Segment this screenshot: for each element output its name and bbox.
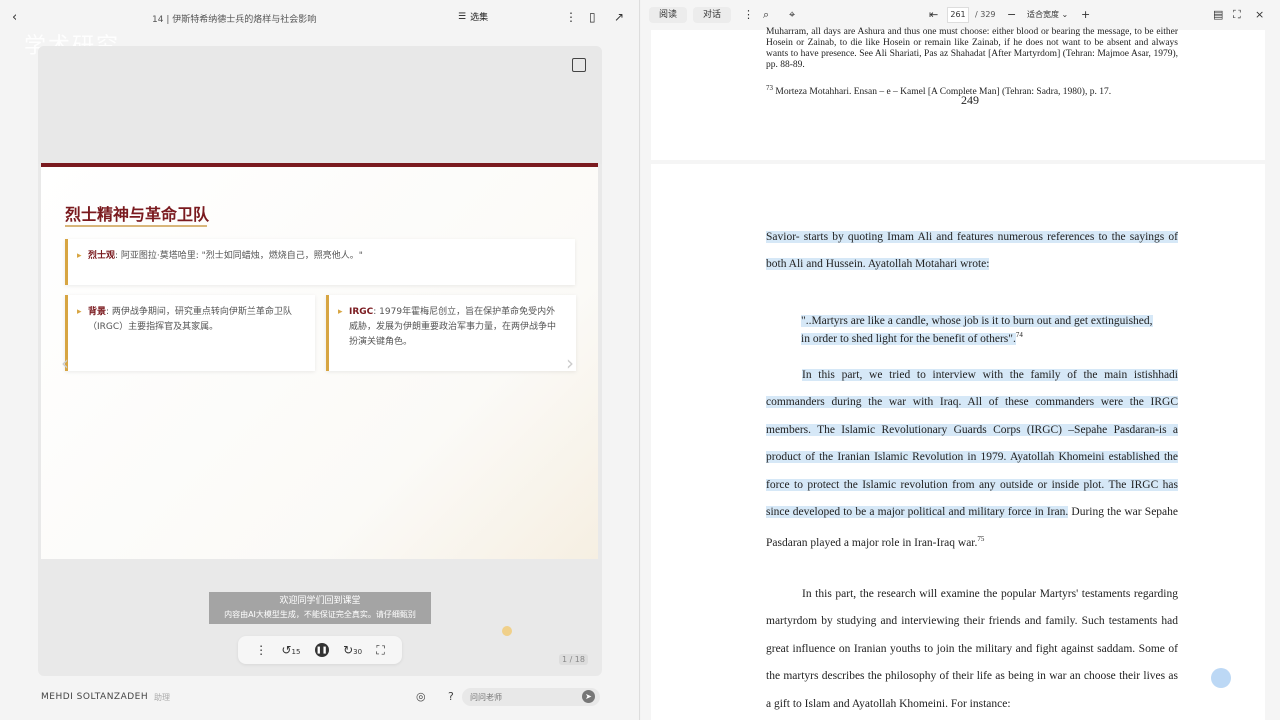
zoom-out-icon[interactable]: − bbox=[1007, 8, 1016, 21]
bullet-icon: ▸ bbox=[77, 307, 82, 317]
ai-disclaimer: 内容由AI大模型生成，不能保证完全真实。请仔细甄别 bbox=[224, 610, 416, 619]
sidebar-toggle-icon[interactable]: ▯ bbox=[589, 10, 596, 24]
paragraph-2: In this part, we tried to interview with… bbox=[766, 369, 1179, 550]
episode-select-label: 选集 bbox=[470, 13, 489, 23]
pdf-reader-pane: 阅读 对话 ⋮ ⌕ ⌖ ⇤ 261 / 329 − 适合宽度 ⌄ + ▤ ⛶ ×… bbox=[641, 0, 1280, 720]
back-arrow-icon[interactable]: ‹ bbox=[12, 10, 26, 25]
fullscreen-icon[interactable]: ⛶ bbox=[376, 643, 384, 658]
slide-page-counter: 1 / 18 bbox=[558, 654, 588, 665]
layout-icon[interactable]: ▤ bbox=[1213, 8, 1223, 21]
lecture-slide: 烈士精神与革命卫队 ▸ 烈士观: 阿亚图拉·莫塔哈里: "烈士如同蜡烛，燃烧自己… bbox=[41, 163, 598, 559]
left-bottom-bar: MEHDI SOLTANZADEH 助理 ◎ ? ➤ bbox=[0, 686, 640, 720]
rewind-icon[interactable]: ↺15 bbox=[281, 643, 300, 657]
paragraph-3: In this part, the research will examine … bbox=[766, 588, 1178, 710]
zoom-in-icon[interactable]: + bbox=[1081, 8, 1090, 21]
page-number-input[interactable]: 261 bbox=[947, 7, 969, 23]
pause-icon[interactable]: ❚❚ bbox=[314, 643, 329, 657]
slide-card-irgc: ▸ IRGC: 1979年霍梅尼创立，旨在保护革命免受内外威胁，发展为伊朗重要政… bbox=[326, 295, 576, 371]
player-header-area bbox=[38, 46, 602, 164]
page-total: / 329 bbox=[975, 10, 996, 19]
first-page-icon[interactable]: ⇤ bbox=[929, 8, 938, 21]
slide-card-background: ▸ 背景: 两伊战争期间，研究重点转向伊斯兰革命卫队（IRGC）主要指挥官及其家… bbox=[65, 295, 315, 371]
select-tool-icon[interactable]: ⌖ bbox=[789, 8, 795, 22]
tab-chat[interactable]: 对话 bbox=[693, 7, 732, 23]
subtitle-line: 欢迎同学们回到课堂 bbox=[279, 596, 361, 606]
bullet-icon: ▸ bbox=[77, 251, 82, 261]
list-icon: ☰ bbox=[458, 11, 467, 22]
prev-slide-icon[interactable]: ‹ bbox=[61, 351, 69, 375]
more-options-icon[interactable]: ⋮ bbox=[255, 643, 267, 657]
tab-read[interactable]: 阅读 bbox=[649, 7, 688, 23]
lecture-title: 14 | 伊斯特希纳德士兵的烙样与社会影响 bbox=[152, 15, 317, 25]
forward-icon[interactable]: ↻30 bbox=[343, 643, 362, 657]
app-window: ‹ 14 | 伊斯特希纳德士兵的烙样与社会影响 ☰ 选集 ⋮ ▯ ↗ 学术研究 … bbox=[0, 0, 1280, 720]
pdf-page-249: Muharram, all days are Ashura and thus o… bbox=[651, 27, 1265, 160]
next-slide-icon[interactable]: › bbox=[566, 351, 574, 375]
motahari-quote: "..Martyrs are like a candle, whose job … bbox=[801, 315, 1153, 345]
more-icon[interactable]: ⋮ bbox=[565, 10, 577, 24]
footnote-72: Muharram, all days are Ashura and thus o… bbox=[766, 27, 1178, 70]
fullscreen-icon[interactable]: ⛶ bbox=[1233, 8, 1241, 22]
search-icon[interactable]: ⌕ bbox=[763, 8, 769, 22]
send-icon[interactable]: ➤ bbox=[582, 690, 595, 703]
player-controls: ⋮ ↺15 ❚❚ ↻30 ⛶ bbox=[238, 636, 402, 664]
close-icon[interactable]: × bbox=[1255, 8, 1264, 21]
paragraph-1: Savior- starts by quoting Imam Ali and f… bbox=[766, 231, 1178, 271]
share-icon[interactable]: ↗ bbox=[614, 10, 624, 24]
bullet-icon: ▸ bbox=[338, 307, 343, 317]
pdf-page-250: Savior- starts by quoting Imam Ali and f… bbox=[651, 164, 1265, 720]
page-number: 249 bbox=[961, 93, 979, 107]
ai-assistant-bubble[interactable] bbox=[1211, 668, 1231, 688]
reader-toolbar: 阅读 对话 ⋮ ⌕ ⌖ ⇤ 261 / 329 − 适合宽度 ⌄ + ▤ ⛶ × bbox=[641, 0, 1280, 30]
expand-icon[interactable] bbox=[572, 58, 586, 72]
zoom-select[interactable]: 适合宽度 ⌄ bbox=[1027, 9, 1068, 20]
subtitle-overlay: 欢迎同学们回到课堂 内容由AI大模型生成，不能保证完全真实。请仔细甄别 bbox=[209, 592, 431, 624]
slide-title-underline bbox=[65, 225, 207, 227]
help-icon[interactable]: ? bbox=[448, 690, 454, 703]
more-icon[interactable]: ⋮ bbox=[743, 8, 754, 21]
slide-card-martyr-view: ▸ 烈士观: 阿亚图拉·莫塔哈里: "烈士如同蜡烛，燃烧自己，照亮他人。" bbox=[65, 239, 575, 285]
ask-teacher-input[interactable] bbox=[462, 688, 600, 706]
headset-icon[interactable]: ◎ bbox=[416, 690, 426, 703]
slide-title: 烈士精神与革命卫队 bbox=[65, 205, 210, 224]
assistant-chip[interactable]: 助理 bbox=[154, 692, 170, 703]
episode-select-button[interactable]: ☰ 选集 bbox=[458, 10, 489, 24]
slide-top-bar bbox=[41, 163, 598, 167]
mouse-cursor-highlight bbox=[502, 626, 512, 636]
video-lecture-pane: ‹ 14 | 伊斯特希纳德士兵的烙样与社会影响 ☰ 选集 ⋮ ▯ ↗ 学术研究 … bbox=[0, 0, 640, 720]
author-name: MEHDI SOLTANZADEH bbox=[41, 692, 149, 702]
video-player[interactable]: 烈士精神与革命卫队 ▸ 烈士观: 阿亚图拉·莫塔哈里: "烈士如同蜡烛，燃烧自己… bbox=[38, 46, 602, 676]
